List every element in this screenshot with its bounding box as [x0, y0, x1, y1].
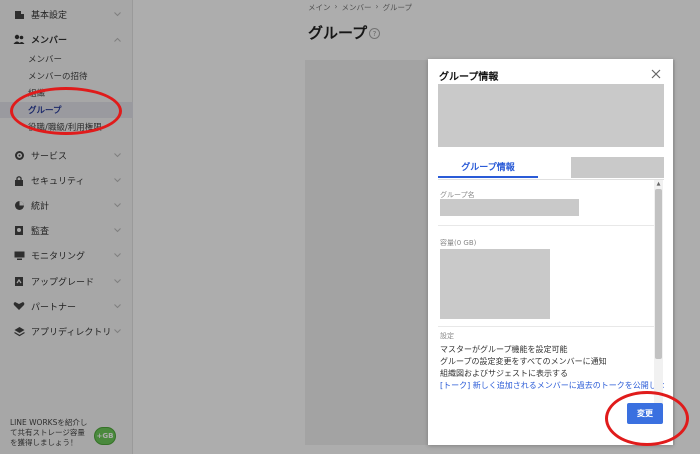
group-name-value [440, 199, 579, 216]
scrollbar-thumb[interactable] [655, 189, 662, 359]
group-info-modal: グループ情報 グループ情報 グループ名 容量(0 GB) 設定 マスターがグルー… [428, 59, 673, 445]
modal-title: グループ情報 [439, 72, 499, 83]
settings-label: 設定 [440, 332, 454, 340]
close-icon[interactable] [649, 67, 663, 81]
annotation-circle-change [605, 391, 689, 446]
capacity-value [440, 249, 550, 319]
setting-item: グループの設定変更をすべてのメンバーに通知 [440, 357, 607, 366]
capacity-label: 容量(0 GB) [440, 239, 477, 247]
annotation-circle-group [10, 87, 122, 135]
setting-item: マスターがグループ機能を設定可能 [440, 345, 568, 354]
tab-placeholder[interactable] [571, 157, 664, 178]
group-header-placeholder [438, 84, 664, 147]
setting-item-talk: [トーク] 新しく追加されるメンバーに過去のトークを公開しな [440, 381, 664, 390]
tab-group-info[interactable]: グループ情報 [438, 158, 538, 178]
scroll-up-arrow-icon[interactable]: ▲ [654, 180, 663, 188]
setting-item: 組織図およびサジェストに表示する [440, 369, 568, 378]
modal-scroll-area[interactable]: グループ名 容量(0 GB) 設定 マスターがグループ機能を設定可能 グループの… [438, 180, 664, 413]
